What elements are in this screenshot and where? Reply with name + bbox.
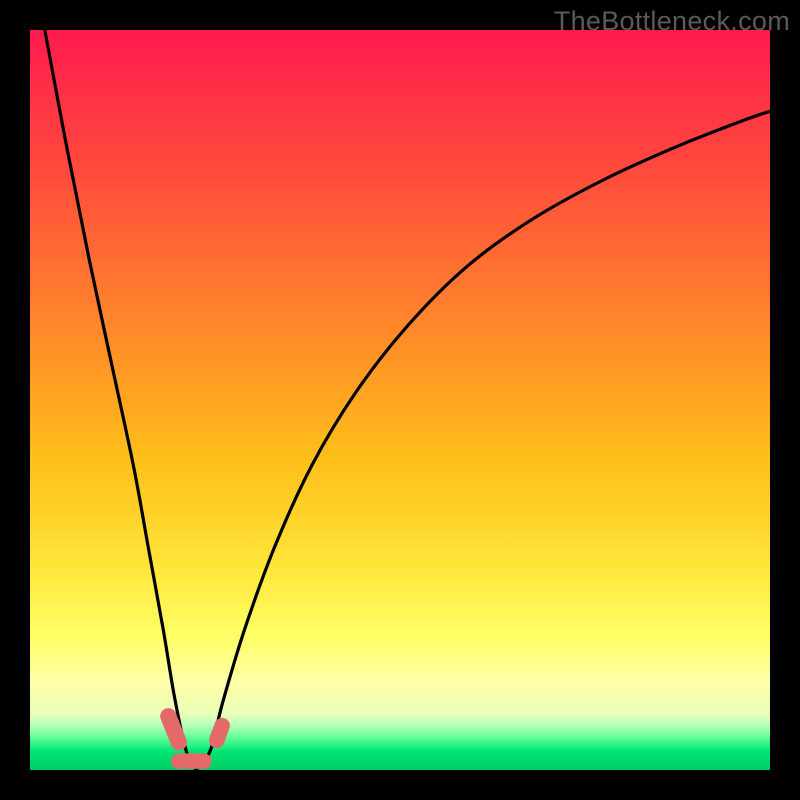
optimum-marker [171,753,212,769]
bottleneck-curve [45,30,770,769]
chart-frame: TheBottleneck.com [0,0,800,800]
curve-layer [30,30,770,770]
watermark-text: TheBottleneck.com [554,6,790,37]
plot-area [30,30,770,770]
optimum-markers [158,706,232,769]
optimum-marker [158,706,190,753]
optimum-marker [207,716,232,751]
